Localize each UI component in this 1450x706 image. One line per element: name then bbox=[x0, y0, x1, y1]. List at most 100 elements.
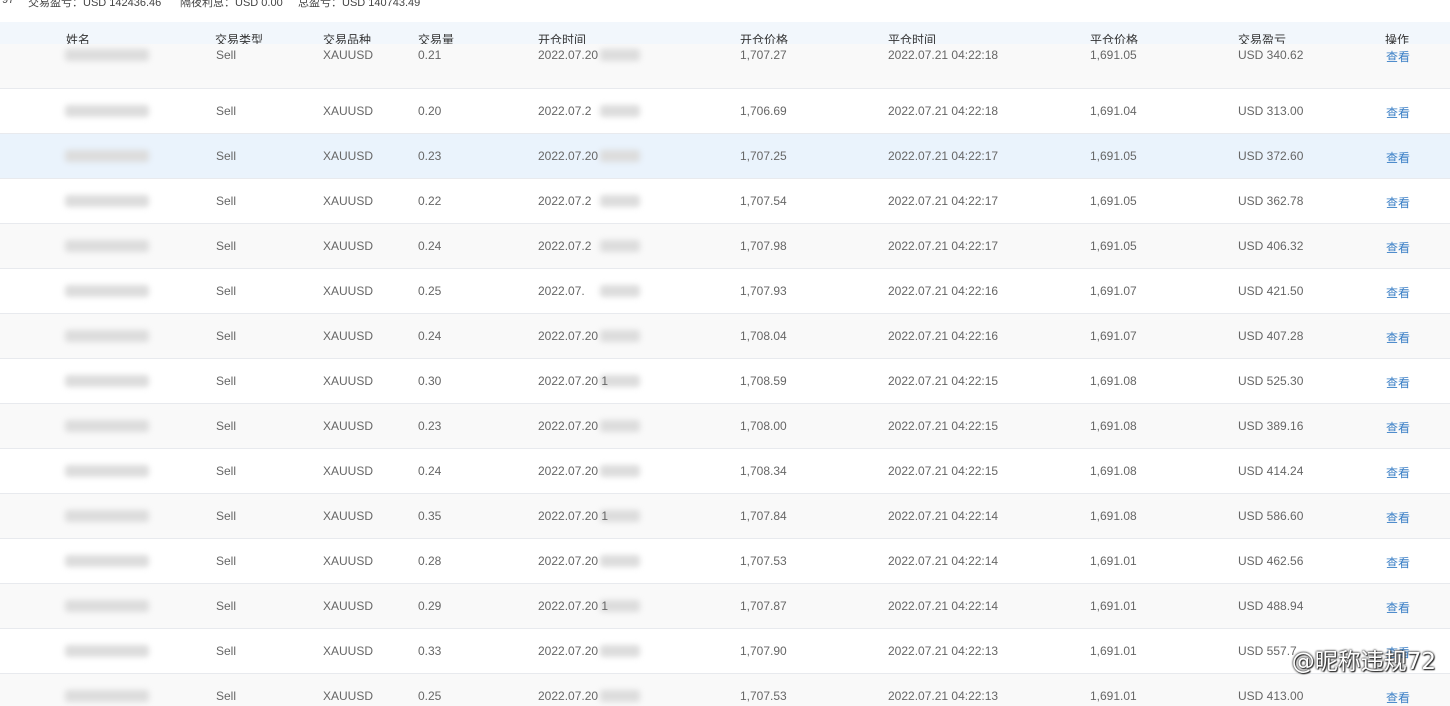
cell-open-price: 1,707.87 bbox=[740, 599, 787, 613]
view-link[interactable]: 查看 bbox=[1386, 239, 1410, 256]
summary-overnight-interest: 隔夜利息：USD 0.00 bbox=[180, 0, 283, 9]
table-row[interactable]: Sell XAUUSD 0.23 2022.07.20 1,708.00 2022.07.… bbox=[0, 404, 1450, 449]
cell-open-time: 2022.07.20 bbox=[538, 329, 599, 343]
table-row[interactable]: Sell XAUUSD 0.28 2022.07.20 1,707.53 2022.07.… bbox=[0, 539, 1450, 584]
cell-pl: USD 462.56 bbox=[1238, 554, 1304, 568]
table-row[interactable]: Sell XAUUSD 0.30 2022.07.20 1 1,708.59 2022.0… bbox=[0, 359, 1450, 404]
redacted-open-time bbox=[600, 150, 640, 162]
cell-close-price: 1,691.05 bbox=[1090, 239, 1137, 253]
cell-trade-type: Sell bbox=[216, 599, 237, 613]
redacted-name bbox=[65, 375, 149, 387]
cell-symbol: XAUUSD bbox=[323, 48, 374, 62]
cell-open-time: 2022.07. bbox=[538, 284, 585, 298]
view-link[interactable]: 查看 bbox=[1386, 104, 1410, 121]
summary-trade-pl: 交易盈亏：USD 142436.46 bbox=[28, 0, 162, 9]
cell-trade-type: Sell bbox=[216, 104, 237, 118]
view-link[interactable]: 查看 bbox=[1386, 689, 1410, 706]
view-link[interactable]: 查看 bbox=[1386, 554, 1410, 571]
view-link[interactable]: 查看 bbox=[1386, 374, 1410, 391]
cell-open-time: 2022.07.20 1 bbox=[538, 509, 609, 523]
cell-trade-type: Sell bbox=[216, 374, 237, 388]
redacted-name bbox=[65, 330, 149, 342]
redacted-name bbox=[65, 105, 149, 117]
table-row[interactable]: Sell XAUUSD 0.22 2022.07.2 1,707.54 2022.07.2… bbox=[0, 179, 1450, 224]
cell-close-time: 2022.07.21 04:22:15 bbox=[888, 374, 999, 388]
cell-close-time: 2022.07.21 04:22:14 bbox=[888, 599, 999, 613]
view-link[interactable]: 查看 bbox=[1386, 194, 1410, 211]
view-link[interactable]: 查看 bbox=[1386, 419, 1410, 436]
cell-trade-type: Sell bbox=[216, 239, 237, 253]
cell-trade-type: Sell bbox=[216, 509, 237, 523]
cell-trade-type: Sell bbox=[216, 464, 237, 478]
cell-pl: USD 362.78 bbox=[1238, 194, 1304, 208]
cell-trade-type: Sell bbox=[216, 284, 237, 298]
cell-open-time: 2022.07.20 bbox=[538, 149, 599, 163]
view-link[interactable]: 查看 bbox=[1386, 284, 1410, 301]
view-link[interactable]: 查看 bbox=[1386, 48, 1410, 65]
cell-open-price: 1,707.54 bbox=[740, 194, 787, 208]
cell-symbol: XAUUSD bbox=[323, 194, 374, 208]
cell-open-time: 2022.07.2 bbox=[538, 194, 592, 208]
table-row[interactable]: Sell XAUUSD 0.35 2022.07.20 1 1,707.84 2022.0… bbox=[0, 494, 1450, 539]
table-row[interactable]: Sell XAUUSD 0.24 2022.07.2 1,707.98 2022.07.2… bbox=[0, 224, 1450, 269]
cell-open-price: 1,707.53 bbox=[740, 689, 787, 703]
view-link[interactable]: 查看 bbox=[1386, 464, 1410, 481]
table-row[interactable]: Sell XAUUSD 0.23 2022.07.20 1,707.25 2022.07.… bbox=[0, 134, 1450, 179]
cell-pl: USD 389.16 bbox=[1238, 419, 1304, 433]
table-row[interactable]: Sell XAUUSD 0.21 2022.07.20 1,707.27 2022.07.… bbox=[0, 44, 1450, 89]
redacted-open-time bbox=[600, 645, 640, 657]
redacted-name bbox=[65, 465, 149, 477]
cell-open-time: 2022.07.2 bbox=[538, 104, 592, 118]
table-row[interactable]: Sell XAUUSD 0.24 2022.07.20 1,708.34 2022.07.… bbox=[0, 449, 1450, 494]
watermark: @昵称违规72 bbox=[1291, 649, 1436, 675]
cell-trade-type: Sell bbox=[216, 329, 237, 343]
cell-close-price: 1,691.05 bbox=[1090, 194, 1137, 208]
redacted-open-time bbox=[600, 49, 640, 61]
cell-volume: 0.24 bbox=[418, 239, 442, 253]
cell-symbol: XAUUSD bbox=[323, 509, 374, 523]
cell-symbol: XAUUSD bbox=[323, 419, 374, 433]
cell-close-price: 1,691.05 bbox=[1090, 48, 1137, 62]
cell-symbol: XAUUSD bbox=[323, 149, 374, 163]
redacted-name bbox=[65, 555, 149, 567]
cell-volume: 0.25 bbox=[418, 689, 442, 703]
view-link[interactable]: 查看 bbox=[1386, 329, 1410, 346]
cell-trade-type: Sell bbox=[216, 644, 237, 658]
cell-pl: USD 406.32 bbox=[1238, 239, 1304, 253]
cell-open-time: 2022.07.20 1 bbox=[538, 374, 609, 388]
cell-close-time: 2022.07.21 04:22:18 bbox=[888, 48, 999, 62]
cell-symbol: XAUUSD bbox=[323, 239, 374, 253]
cell-volume: 0.30 bbox=[418, 374, 442, 388]
redacted-open-time bbox=[600, 555, 640, 567]
cell-close-time: 2022.07.21 04:22:15 bbox=[888, 419, 999, 433]
cell-close-time: 2022.07.21 04:22:15 bbox=[888, 464, 999, 478]
table-row[interactable]: Sell XAUUSD 0.33 2022.07.20 1,707.90 2022.07.… bbox=[0, 629, 1450, 674]
cell-open-price: 1,707.84 bbox=[740, 509, 787, 523]
view-link[interactable]: 查看 bbox=[1386, 509, 1410, 526]
redacted-name bbox=[65, 600, 149, 612]
table-row[interactable]: Sell XAUUSD 0.24 2022.07.20 1,708.04 2022.07.… bbox=[0, 314, 1450, 359]
cell-close-time: 2022.07.21 04:22:14 bbox=[888, 554, 999, 568]
summary-bar: 97 交易盈亏：USD 142436.46 隔夜利息：USD 0.00 总盈亏：… bbox=[0, 0, 1450, 22]
cell-symbol: XAUUSD bbox=[323, 284, 374, 298]
cell-close-time: 2022.07.21 04:22:17 bbox=[888, 239, 999, 253]
redacted-name bbox=[65, 195, 149, 207]
view-link[interactable]: 查看 bbox=[1386, 149, 1410, 166]
cell-pl: USD 586.60 bbox=[1238, 509, 1304, 523]
cell-close-time: 2022.07.21 04:22:16 bbox=[888, 284, 999, 298]
cell-symbol: XAUUSD bbox=[323, 464, 374, 478]
table-row[interactable]: Sell XAUUSD 0.20 2022.07.2 1,706.69 2022.07.2… bbox=[0, 89, 1450, 134]
cell-open-time: 2022.07.20 1 bbox=[538, 599, 609, 613]
table-row[interactable]: Sell XAUUSD 0.25 2022.07.20 1,707.53 2022.07.… bbox=[0, 674, 1450, 706]
cell-trade-type: Sell bbox=[216, 149, 237, 163]
cell-close-price: 1,691.08 bbox=[1090, 509, 1137, 523]
cell-trade-type: Sell bbox=[216, 689, 237, 703]
summary-prefix: 97 bbox=[2, 0, 15, 6]
cell-symbol: XAUUSD bbox=[323, 689, 374, 703]
cell-volume: 0.23 bbox=[418, 149, 442, 163]
table-row[interactable]: Sell XAUUSD 0.29 2022.07.20 1 1,707.87 2022.0… bbox=[0, 584, 1450, 629]
cell-symbol: XAUUSD bbox=[323, 644, 374, 658]
summary-total-pl: 总盈亏：USD 140743.49 bbox=[298, 0, 421, 9]
table-row[interactable]: Sell XAUUSD 0.25 2022.07. 1,707.93 2022.07.21… bbox=[0, 269, 1450, 314]
view-link[interactable]: 查看 bbox=[1386, 599, 1410, 616]
